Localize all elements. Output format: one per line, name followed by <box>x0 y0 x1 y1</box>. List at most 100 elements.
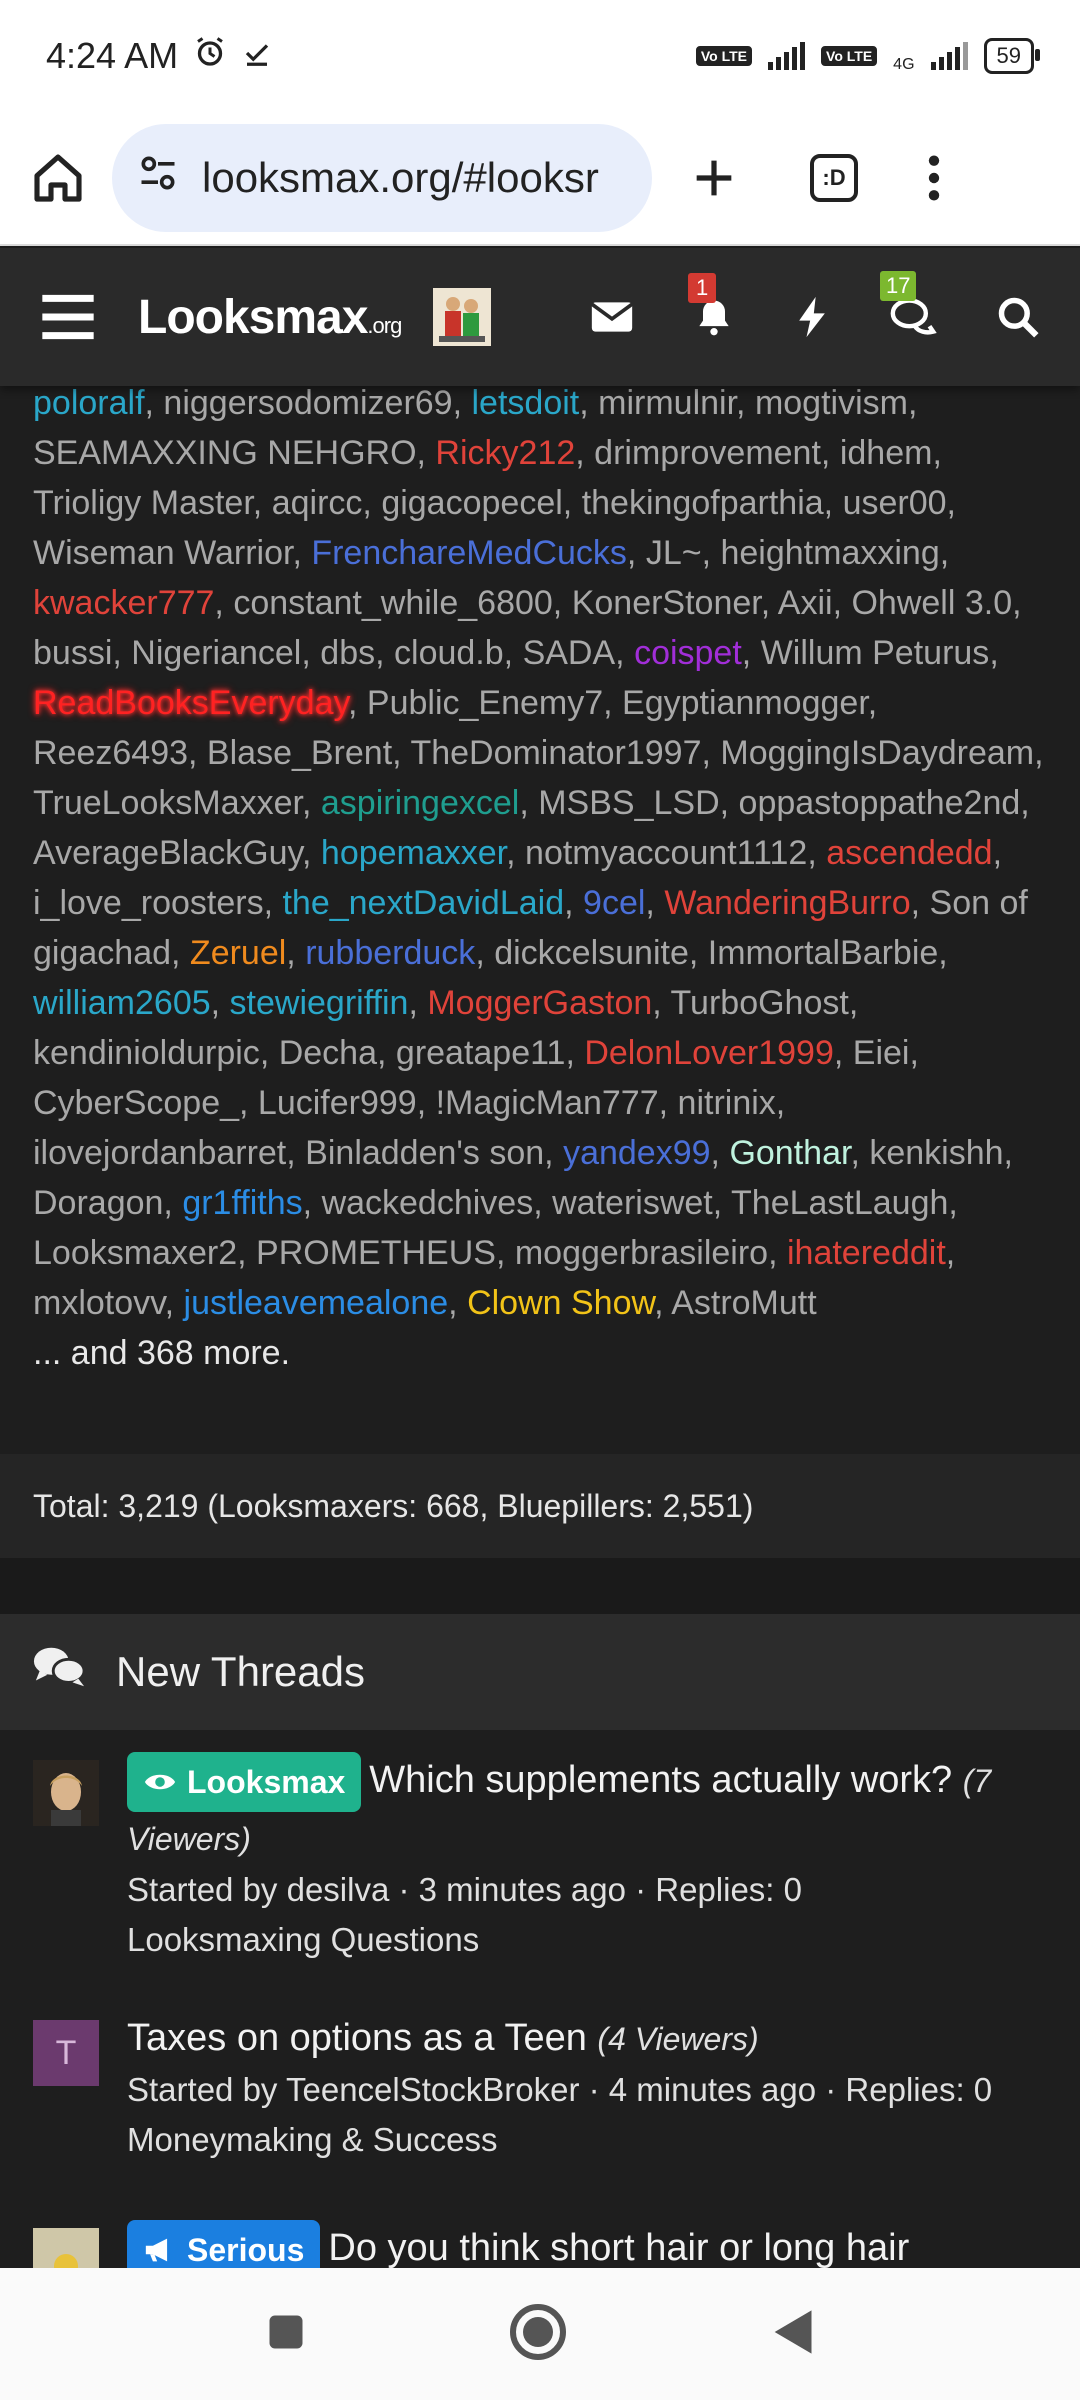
online-user-link[interactable]: Trioligy Master <box>33 484 253 522</box>
thread-author-avatar[interactable] <box>33 1760 99 1826</box>
thread-prefix-serious[interactable]: Serious <box>127 2220 321 2268</box>
online-user-link[interactable]: poloralf <box>33 384 145 422</box>
thread-item[interactable]: Serious Do you think short hair or long … <box>0 2220 1080 2268</box>
online-user-link[interactable]: yandex99 <box>563 1134 710 1172</box>
online-user-link[interactable]: ImmortalBarbie <box>708 934 939 972</box>
online-user-link[interactable]: KonerStoner <box>572 584 761 622</box>
hamburger-menu-icon[interactable] <box>40 293 96 341</box>
online-user-link[interactable]: Lucifer999 <box>258 1084 417 1122</box>
online-user-link[interactable]: TheLastLaugh <box>731 1184 948 1222</box>
online-user-link[interactable]: Looksmaxer2 <box>33 1234 237 1272</box>
online-user-link[interactable]: mxlotovv <box>33 1284 165 1322</box>
thread-title[interactable]: Taxes on options as a Teen <box>127 2017 587 2059</box>
online-user-link[interactable]: Ohwell 3.0 <box>851 584 1012 622</box>
online-user-link[interactable]: Blase_Brent <box>207 734 392 772</box>
online-user-link[interactable]: Willum Peturus <box>761 634 990 672</box>
thread-author-avatar[interactable]: T <box>33 2020 99 2086</box>
online-user-link[interactable]: kenkishh <box>869 1134 1003 1172</box>
online-user-link[interactable]: notmyaccount1112 <box>525 834 807 872</box>
thread-author-avatar[interactable] <box>33 2228 99 2268</box>
online-user-link[interactable]: AstroMutt <box>671 1284 816 1322</box>
online-user-link[interactable]: dickcelsunite <box>494 934 689 972</box>
online-user-link[interactable]: FrenchareMedCucks <box>311 534 627 572</box>
online-user-link[interactable]: MoggingIsDaydream <box>720 734 1034 772</box>
online-user-link[interactable]: thekingofparthia <box>582 484 824 522</box>
site-logo[interactable]: Looksmax.org <box>138 290 402 345</box>
online-user-link[interactable]: Axii <box>778 584 833 622</box>
online-user-link[interactable]: Reez6493 <box>33 734 188 772</box>
online-user-link[interactable]: AverageBlackGuy <box>33 834 302 872</box>
address-bar[interactable]: looksmax.org/#looksr <box>112 124 652 232</box>
user-avatar[interactable] <box>433 288 492 346</box>
thread-forum-link[interactable]: Looksmaxing Questions <box>127 1915 1047 1965</box>
online-user-link[interactable]: oppastoppathe2nd <box>739 784 1021 822</box>
online-user-link[interactable]: william2605 <box>33 984 211 1022</box>
online-user-link[interactable]: nitrinix <box>678 1084 776 1122</box>
online-user-link[interactable]: the_nextDavidLaid <box>282 884 564 922</box>
online-user-link[interactable]: niggersodomizer69 <box>163 384 452 422</box>
back-icon[interactable] <box>768 2306 816 2363</box>
online-user-link[interactable]: TrueLooksMaxxer <box>33 784 302 822</box>
online-user-link[interactable]: ilovejordanbarret <box>33 1134 286 1172</box>
search-icon[interactable] <box>996 295 1040 339</box>
online-user-link[interactable]: WanderingBurro <box>664 884 910 922</box>
online-user-link[interactable]: mogtivism <box>755 384 908 422</box>
online-user-link[interactable]: TurboGhost <box>671 984 849 1022</box>
online-user-link[interactable]: Binladden's son <box>305 1134 544 1172</box>
online-user-link[interactable]: gigacopecel <box>381 484 562 522</box>
online-user-link[interactable]: Public_Enemy7 <box>367 684 603 722</box>
inbox-icon[interactable] <box>590 300 634 334</box>
thread-title[interactable]: Which supplements actually work? <box>369 1759 952 1801</box>
conversations-icon[interactable]: 17 <box>880 271 938 339</box>
online-user-link[interactable]: Egyptianmogger <box>622 684 868 722</box>
online-user-link[interactable]: Ricky212 <box>435 434 575 472</box>
online-user-link[interactable]: aqircc <box>272 484 363 522</box>
lightning-icon[interactable] <box>794 295 830 339</box>
online-user-link[interactable]: Wiseman Warrior <box>33 534 292 572</box>
thread-prefix-looksmax[interactable]: Looksmax <box>127 1752 362 1812</box>
online-user-link[interactable]: 9cel <box>583 884 645 922</box>
online-user-link[interactable]: MSBS_LSD <box>538 784 719 822</box>
online-user-link[interactable]: wateriswet <box>552 1184 713 1222</box>
online-user-link[interactable]: kendinioldurpic <box>33 1034 260 1072</box>
online-user-link[interactable]: JL~ <box>646 534 702 572</box>
online-user-link[interactable]: coispet <box>634 634 742 672</box>
online-user-link[interactable]: ReadBooksEveryday <box>33 684 348 722</box>
online-user-link[interactable]: wackedchives <box>322 1184 534 1222</box>
online-user-link[interactable]: ihatereddit <box>787 1234 946 1272</box>
new-tab-icon[interactable] <box>688 152 740 204</box>
recents-icon[interactable] <box>264 2310 308 2359</box>
online-user-link[interactable]: TheDominator1997 <box>410 734 701 772</box>
online-user-link[interactable]: greatape11 <box>396 1034 566 1072</box>
thread-item[interactable]: Looksmax Which supplements actually work… <box>0 1752 1080 1965</box>
alerts-icon[interactable]: 1 <box>688 273 736 339</box>
online-user-link[interactable]: cloud.b <box>394 634 504 672</box>
online-user-link[interactable]: letsdoit <box>472 384 580 422</box>
online-user-link[interactable]: Gonthar <box>729 1134 850 1172</box>
online-more-link[interactable]: ... and 368 more. <box>33 1334 290 1372</box>
online-user-link[interactable]: Clown Show <box>467 1284 654 1322</box>
online-user-link[interactable]: mirmulnir <box>598 384 736 422</box>
home-icon[interactable] <box>30 150 86 206</box>
online-user-link[interactable]: heightmaxxing <box>720 534 939 572</box>
online-user-link[interactable]: justleavemealone <box>184 1284 449 1322</box>
online-user-link[interactable]: constant_while_6800 <box>233 584 552 622</box>
online-user-link[interactable]: Zeruel <box>190 934 286 972</box>
online-user-link[interactable]: rubberduck <box>305 934 475 972</box>
online-user-link[interactable]: PROMETHEUS <box>256 1234 496 1272</box>
online-user-link[interactable]: bussi <box>33 634 112 672</box>
online-user-link[interactable]: stewiegriffin <box>230 984 409 1022</box>
online-user-link[interactable]: SADA <box>523 634 616 672</box>
home-nav-icon[interactable] <box>508 2302 568 2367</box>
site-settings-icon[interactable] <box>136 151 180 205</box>
online-user-link[interactable]: Eiei <box>853 1034 910 1072</box>
thread-item[interactable]: T Taxes on options as a Teen (4 Viewers)… <box>0 2012 1080 2165</box>
online-user-link[interactable]: ascendedd <box>826 834 992 872</box>
online-user-link[interactable]: SEAMAXXING NEHGRO <box>33 434 417 472</box>
tab-switcher-button[interactable]: :D <box>810 154 858 202</box>
online-user-link[interactable]: i_love_roosters <box>33 884 264 922</box>
online-user-link[interactable]: idhem <box>840 434 933 472</box>
online-user-link[interactable]: kwacker777 <box>33 584 214 622</box>
online-user-link[interactable]: drimprovement <box>594 434 821 472</box>
thread-forum-link[interactable]: Moneymaking & Success <box>127 2115 1047 2165</box>
